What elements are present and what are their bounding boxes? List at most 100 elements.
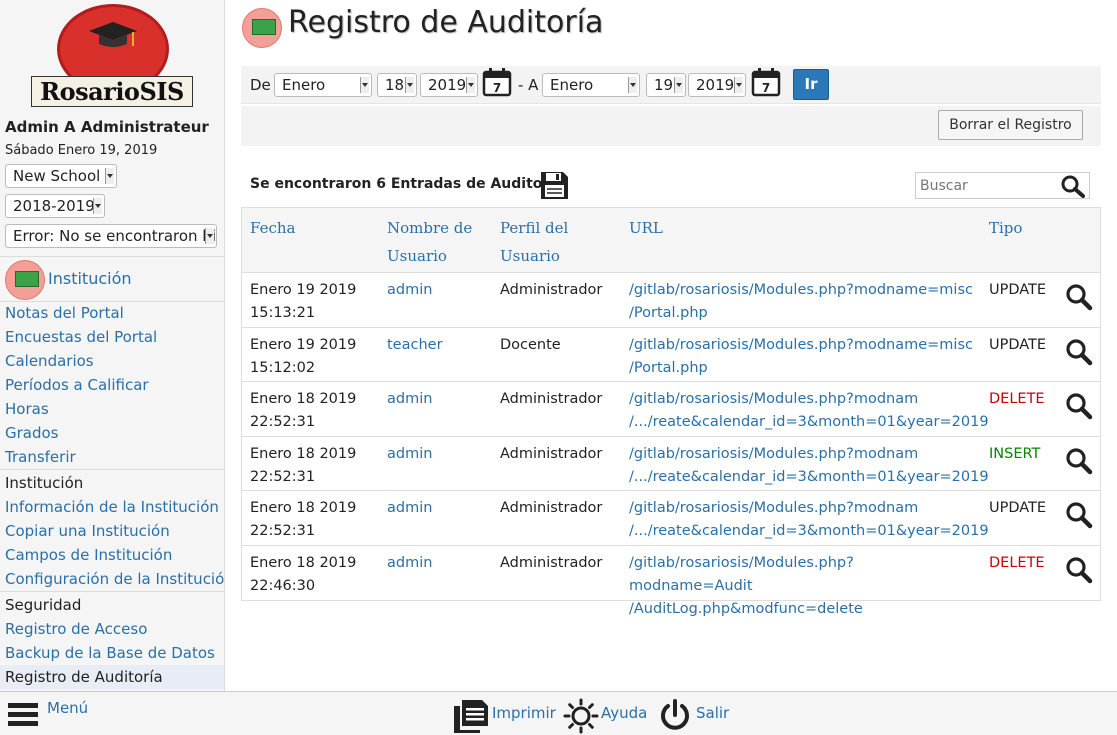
- footer-help-button[interactable]: Ayuda: [563, 698, 653, 734]
- cell-date-day: Enero 18 2019: [250, 391, 357, 407]
- cell-date: Enero 18 2019 22:46:30: [250, 552, 380, 598]
- date-filter-bar: De Enero 18 2019 7 - A Enero 19 2019 7 I…: [241, 66, 1101, 104]
- school-select[interactable]: New School: [5, 164, 117, 188]
- to-month-select[interactable]: Enero: [542, 73, 640, 97]
- cell-profile: Administrador: [500, 282, 603, 298]
- from-year-select[interactable]: 2019: [420, 73, 478, 97]
- menu-item-school-info[interactable]: Información de la Institución: [0, 495, 224, 519]
- to-month-value: Enero: [550, 76, 594, 94]
- menu-section-school: Institución: [0, 469, 224, 495]
- save-icon[interactable]: [539, 170, 570, 201]
- menu-list: Notas del Portal Encuestas del Portal Ca…: [0, 301, 224, 689]
- footer-menu-button[interactable]: Menú: [6, 698, 96, 734]
- table-row: Enero 19 2019 15:12:02 teacher Docente /g…: [242, 328, 1100, 382]
- view-details-search-icon[interactable]: [1065, 501, 1093, 529]
- view-details-search-icon[interactable]: [1065, 338, 1093, 366]
- menu-item-access-log[interactable]: Registro de Acceso: [0, 617, 224, 641]
- from-label: De: [250, 76, 271, 94]
- calendar-icon[interactable]: 7: [751, 67, 781, 97]
- rosariosis-logo[interactable]: RosarioSIS: [0, 0, 224, 112]
- cell-date-day: Enero 18 2019: [250, 554, 357, 571]
- menu-item-school-fields[interactable]: Campos de Institución: [0, 543, 224, 567]
- footer-logout-button[interactable]: Salir: [658, 698, 733, 734]
- cell-profile: Docente: [500, 336, 561, 353]
- column-header-username-l2: Usuario: [387, 247, 447, 265]
- cell-date-day: Enero 18 2019: [250, 500, 357, 516]
- cell-username-link[interactable]: admin: [387, 497, 497, 520]
- school-year-select[interactable]: 2018-2019: [5, 194, 105, 218]
- menu-item-transfer[interactable]: Transferir: [0, 445, 224, 469]
- audit-log-table: Fecha Nombre de Usuario Perfil del Usuario…: [241, 207, 1101, 617]
- cell-url-link[interactable]: /gitlab/rosariosis/Modules.php?modname=m…: [629, 334, 974, 380]
- table-header: Fecha Nombre de Usuario Perfil del Usuario…: [242, 208, 1100, 273]
- cell-username-link[interactable]: teacher: [387, 334, 497, 357]
- search-icon[interactable]: [1059, 174, 1087, 198]
- column-header-type[interactable]: Tipo: [989, 214, 1022, 242]
- cell-url-link[interactable]: /gitlab/rosariosis/Modules.php?modname=m…: [629, 279, 974, 325]
- menu-item-copy-school[interactable]: Copiar una Institución: [0, 519, 224, 543]
- search-box: [915, 172, 1090, 199]
- menu-item-portal-notes[interactable]: Notas del Portal: [0, 301, 224, 325]
- footer-logout-label: Salir: [696, 704, 730, 722]
- view-details-search-icon[interactable]: [1065, 447, 1093, 475]
- column-header-date[interactable]: Fecha: [250, 214, 295, 242]
- to-day-select[interactable]: 19: [646, 73, 686, 97]
- to-year-value: 2019: [696, 76, 735, 94]
- chevron-down-icon: [360, 77, 369, 93]
- cell-date: Enero 19 2019 15:12:02: [250, 334, 380, 380]
- cell-profile: Administrador: [500, 554, 603, 571]
- calendar-icon-day: 7: [762, 81, 770, 95]
- cell-url-l2: /.../reate&calendar_id=3&month=01&year=2…: [629, 523, 989, 539]
- menu-item-audit-log[interactable]: Registro de Auditoría: [0, 665, 224, 689]
- go-button[interactable]: Ir: [793, 69, 829, 100]
- cell-url-link[interactable]: /gitlab/rosariosis/Modules.php?modnam /..…: [629, 443, 989, 489]
- cell-url-l1: /gitlab/rosariosis/Modules.php?modnam: [629, 500, 919, 516]
- table-row: Enero 18 2019 22:52:31 admin Administrado…: [242, 491, 1100, 546]
- cell-type: UPDATE: [989, 336, 1047, 353]
- cell-url-link[interactable]: /gitlab/rosariosis/Modules.php?modname=A…: [629, 552, 974, 621]
- view-details-search-icon[interactable]: [1065, 392, 1093, 420]
- menu-item-calendars[interactable]: Calendarios: [0, 349, 224, 373]
- cell-date-time: 15:12:02: [250, 359, 316, 376]
- marking-period-select-value: Error: No se encontraron bimestres: [13, 227, 216, 245]
- chevron-down-icon: [466, 77, 475, 93]
- view-details-search-icon[interactable]: [1065, 283, 1093, 311]
- menu-item-grade-levels[interactable]: Grados: [0, 421, 224, 445]
- table-row: Enero 18 2019 22:52:31 admin Administrado…: [242, 382, 1100, 437]
- from-day-select[interactable]: 18: [377, 73, 417, 97]
- calendar-icon[interactable]: 7: [482, 67, 512, 97]
- cell-username-link[interactable]: admin: [387, 443, 497, 466]
- cell-url-l2: /.../reate&calendar_id=3&month=01&year=2…: [629, 468, 989, 485]
- cell-date: Enero 19 2019 15:13:21: [250, 279, 380, 325]
- footer-help-label: Ayuda: [601, 704, 648, 722]
- cell-profile: Administrador: [500, 500, 603, 516]
- cell-username-link[interactable]: admin: [387, 388, 497, 411]
- cell-username-link[interactable]: admin: [387, 552, 497, 575]
- menu-item-marking-periods[interactable]: Períodos a Calificar: [0, 373, 224, 397]
- footer-menu-label: Menú: [47, 699, 89, 717]
- view-details-search-icon[interactable]: [1065, 556, 1093, 584]
- cell-username-link[interactable]: admin: [387, 279, 497, 302]
- footer-print-button[interactable]: Imprimir: [452, 698, 557, 734]
- cell-url-link[interactable]: /gitlab/rosariosis/Modules.php?modnam /..…: [629, 388, 989, 434]
- menu-item-database-backup[interactable]: Backup de la Base de Datos: [0, 641, 224, 665]
- results-count: Se encontraron 6 Entradas de Auditoría.: [250, 176, 569, 192]
- chevron-down-icon: [105, 168, 114, 184]
- menu-module-header[interactable]: Institución: [0, 256, 224, 302]
- column-header-profile[interactable]: Perfil del Usuario: [500, 214, 568, 270]
- cell-url-link[interactable]: /gitlab/rosariosis/Modules.php?modnam /..…: [629, 497, 989, 543]
- column-header-url[interactable]: URL: [629, 214, 663, 242]
- to-year-select[interactable]: 2019: [688, 73, 746, 97]
- menu-item-school-config[interactable]: Configuración de la Institución: [0, 567, 224, 591]
- column-header-profile-l1: Perfil del: [500, 219, 569, 237]
- menu-item-portal-polls[interactable]: Encuestas del Portal: [0, 325, 224, 349]
- school-year-select-value: 2018-2019: [13, 197, 95, 215]
- marking-period-select[interactable]: Error: No se encontraron bimestres: [5, 224, 217, 248]
- from-month-select[interactable]: Enero: [274, 73, 372, 97]
- clear-log-button[interactable]: Borrar el Registro: [938, 110, 1083, 140]
- page-title: Registro de Auditoría: [288, 5, 604, 40]
- footer-bar: Menú Imprimir Ayuda Salir: [0, 691, 1117, 735]
- column-header-username[interactable]: Nombre de Usuario: [387, 214, 472, 270]
- menu-item-periods[interactable]: Horas: [0, 397, 224, 421]
- search-input[interactable]: [916, 173, 1056, 198]
